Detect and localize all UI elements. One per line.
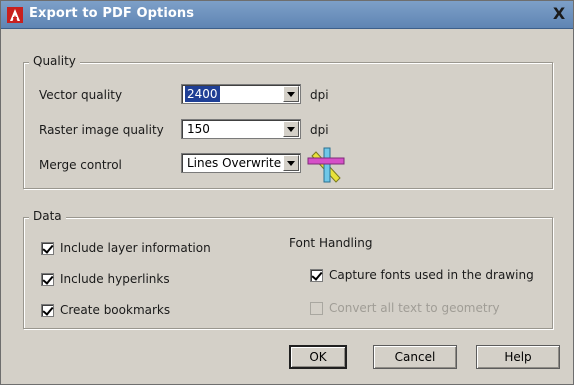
raster-quality-value: 150 — [187, 122, 210, 136]
create-bookmarks-checkbox[interactable] — [41, 304, 54, 317]
export-pdf-options-dialog: Export to PDF Options X Quality Vector q… — [0, 0, 574, 385]
vector-quality-select[interactable]: 2400 — [181, 84, 301, 104]
data-legend: Data — [29, 209, 66, 223]
cancel-button[interactable]: Cancel — [373, 345, 457, 369]
ok-button[interactable]: OK — [289, 345, 347, 369]
autocad-logo-icon — [7, 7, 23, 23]
close-button[interactable]: X — [549, 4, 569, 24]
include-layer-info-label[interactable]: Include layer information — [60, 241, 211, 255]
include-hyperlinks-label[interactable]: Include hyperlinks — [60, 272, 170, 286]
chevron-down-icon[interactable] — [283, 86, 299, 102]
vector-quality-value: 2400 — [185, 86, 220, 102]
convert-text-checkbox — [310, 302, 323, 315]
include-layer-info-checkbox[interactable] — [41, 242, 54, 255]
chevron-down-icon[interactable] — [283, 121, 299, 137]
chevron-down-icon[interactable] — [283, 155, 299, 171]
merge-control-value: Lines Overwrite — [187, 156, 282, 170]
raster-quality-unit: dpi — [310, 123, 329, 137]
merge-control-label: Merge control — [39, 158, 122, 172]
create-bookmarks-label[interactable]: Create bookmarks — [60, 303, 170, 317]
raster-quality-select[interactable]: 150 — [181, 119, 301, 139]
raster-quality-label: Raster image quality — [39, 123, 164, 137]
vector-quality-label: Vector quality — [39, 88, 123, 102]
window-title: Export to PDF Options — [29, 6, 195, 21]
merge-lines-preview-icon — [307, 147, 345, 183]
merge-control-select[interactable]: Lines Overwrite — [181, 153, 301, 173]
convert-text-label: Convert all text to geometry — [329, 301, 500, 315]
help-button[interactable]: Help — [476, 345, 560, 369]
quality-legend: Quality — [29, 54, 80, 68]
include-hyperlinks-checkbox[interactable] — [41, 273, 54, 286]
capture-fonts-checkbox[interactable] — [310, 269, 323, 282]
capture-fonts-label[interactable]: Capture fonts used in the drawing — [329, 268, 534, 282]
title-bar[interactable]: Export to PDF Options X — [1, 1, 573, 29]
font-handling-heading: Font Handling — [289, 236, 373, 250]
vector-quality-unit: dpi — [310, 88, 329, 102]
